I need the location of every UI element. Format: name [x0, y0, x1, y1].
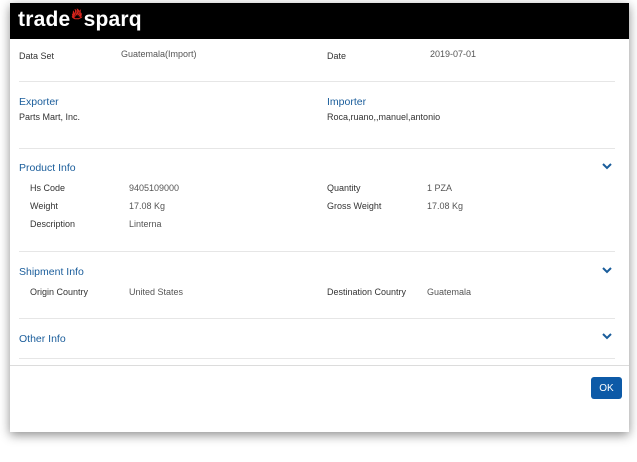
date-value: 2019-07-01 — [430, 49, 477, 59]
destination-country-label: Destination Country — [327, 287, 407, 297]
description-label: Description — [30, 219, 76, 229]
footer-divider — [10, 365, 629, 366]
hs-code-value: 9405109000 — [129, 183, 180, 193]
importer-name: Roca,ruano,,manuel,antonio — [327, 112, 441, 122]
destination-country-value: Guatemala — [427, 287, 472, 297]
gross-weight-label: Gross Weight — [327, 201, 382, 211]
product-info-title[interactable]: Product Info — [19, 162, 76, 174]
dataset-value: Guatemala(Import) — [121, 49, 197, 59]
shipment-info-title[interactable]: Shipment Info — [19, 266, 84, 278]
origin-country-label: Origin Country — [30, 287, 89, 297]
dialog-header: trade🔥︎sparq — [10, 3, 629, 39]
parties-section: Exporter Parts Mart, Inc. Importer Roca,… — [19, 82, 615, 149]
date-label: Date — [327, 51, 347, 61]
importer-title: Importer — [327, 96, 367, 108]
logo-text-sparq: sparq — [83, 8, 142, 31]
chevron-down-icon[interactable] — [602, 265, 612, 275]
ok-button[interactable]: OK — [591, 377, 622, 399]
product-info-section: Product Info Hs Code 9405109000 Quantity… — [19, 149, 615, 252]
weight-value: 17.08 Kg — [129, 201, 166, 211]
chevron-down-icon[interactable] — [602, 161, 612, 171]
weight-label: Weight — [30, 201, 58, 211]
dataset-label: Data Set — [19, 51, 55, 61]
gross-weight-value: 17.08 Kg — [427, 201, 464, 211]
chevron-down-icon[interactable] — [602, 331, 612, 341]
description-value: Linterna — [129, 219, 162, 229]
other-info-title[interactable]: Other Info — [19, 333, 66, 345]
quantity-value: 1 PZA — [427, 183, 453, 193]
origin-country-value: United States — [129, 287, 184, 297]
dialog-body: Data Set Guatemala(Import) Date 2019-07-… — [10, 39, 629, 359]
hs-code-label: Hs Code — [30, 183, 66, 193]
shipment-info-section: Shipment Info Origin Country United Stat… — [19, 252, 615, 319]
logo-text-trade: trade — [18, 8, 71, 31]
flame-icon: 🔥︎ — [71, 6, 83, 23]
overview-row: Data Set Guatemala(Import) Date 2019-07-… — [19, 39, 615, 82]
tradesparq-logo: trade🔥︎sparq — [18, 6, 142, 32]
exporter-name: Parts Mart, Inc. — [19, 112, 81, 122]
trade-detail-dialog: trade🔥︎sparq Data Set Guatemala(Import) … — [10, 3, 629, 432]
exporter-title: Exporter — [19, 96, 59, 108]
quantity-label: Quantity — [327, 183, 361, 193]
other-info-section: Other Info — [19, 319, 615, 359]
